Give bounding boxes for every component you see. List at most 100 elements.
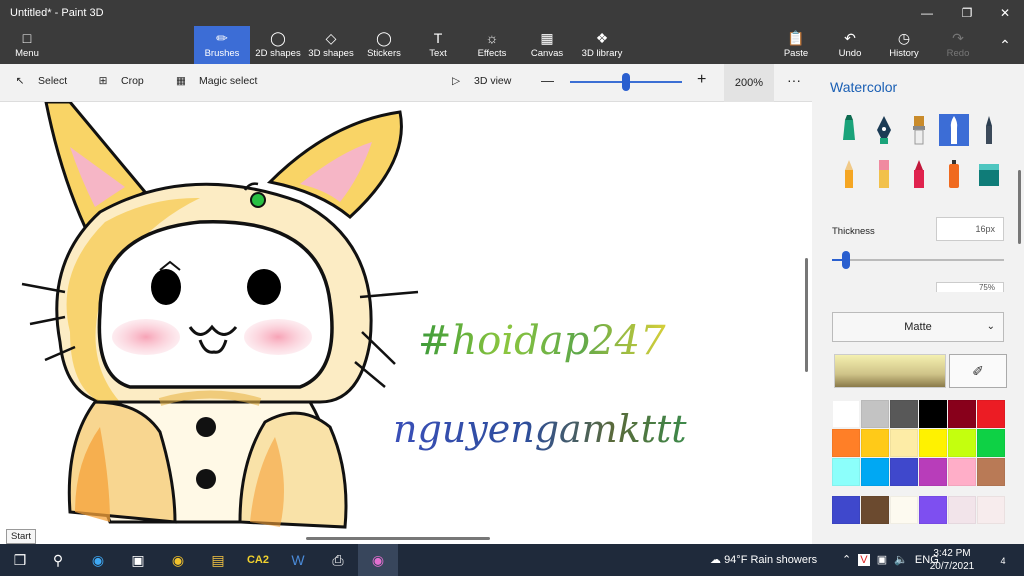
crayon-icon[interactable]: [904, 158, 934, 190]
thickness-input[interactable]: 16px: [936, 217, 1004, 241]
select-label: Select: [38, 75, 68, 87]
color-swatch[interactable]: [861, 400, 889, 428]
tab-stickers[interactable]: ◯ Stickers: [356, 26, 412, 64]
color-swatch[interactable]: [890, 400, 918, 428]
finish-dropdown[interactable]: Matte ⌄: [832, 312, 1004, 342]
zoom-out-button[interactable]: —: [541, 73, 554, 88]
store-icon[interactable]: ▣: [118, 544, 158, 576]
color-swatch[interactable]: [977, 400, 1005, 428]
brush-icon: ✏: [216, 30, 228, 46]
custom-color-swatch[interactable]: [890, 496, 918, 524]
custom-color-swatch[interactable]: [977, 496, 1005, 524]
custom-color-swatch[interactable]: [919, 496, 947, 524]
tab-label: Text: [429, 48, 447, 59]
paint-3d-icon[interactable]: ◉: [358, 544, 398, 576]
volume-icon[interactable]: 🔈: [894, 554, 908, 566]
eraser-icon[interactable]: [869, 158, 899, 190]
hashtag-text: #hoidap247: [418, 318, 666, 364]
color-swatch[interactable]: [919, 458, 947, 486]
color-swatch[interactable]: [977, 458, 1005, 486]
color-swatch[interactable]: [832, 458, 860, 486]
marker-icon[interactable]: [834, 114, 864, 146]
thickness-slider-thumb[interactable]: [842, 251, 850, 269]
canvas-horizontal-scrollbar[interactable]: [306, 537, 490, 540]
paste-button[interactable]: 📋 Paste: [768, 26, 824, 64]
tab-3d-shapes[interactable]: ◇ 3D shapes: [303, 26, 359, 64]
color-swatch[interactable]: [948, 400, 976, 428]
current-color-swatch[interactable]: [834, 354, 946, 388]
printer-icon[interactable]: ⎙: [318, 544, 358, 576]
custom-color-swatch[interactable]: [948, 496, 976, 524]
undo-button[interactable]: ↶ Undo: [822, 26, 878, 64]
more-options-button[interactable]: ···: [787, 72, 801, 88]
watercolor-icon[interactable]: [939, 114, 969, 146]
redo-button[interactable]: ↷ Redo: [930, 26, 986, 64]
tab-canvas[interactable]: ▦ Canvas: [519, 26, 575, 64]
color-swatch[interactable]: [832, 429, 860, 457]
color-swatch[interactable]: [861, 429, 889, 457]
magic-select-button[interactable]: ▦ Magic select: [173, 75, 257, 87]
color-swatch[interactable]: [832, 400, 860, 428]
tab-text[interactable]: T Text: [410, 26, 466, 64]
color-swatch[interactable]: [919, 400, 947, 428]
close-icon[interactable]: ✕: [986, 0, 1024, 26]
custom-color-palette: [832, 496, 1006, 526]
tab-effects[interactable]: ☼ Effects: [464, 26, 520, 64]
tab-2d-shapes[interactable]: ◯ 2D shapes: [250, 26, 306, 64]
edge-icon[interactable]: ◉: [78, 544, 118, 576]
custom-color-swatch[interactable]: [832, 496, 860, 524]
brush-panel: Watercolor Thickness 16px 75% Matte ⌄ ✐: [812, 64, 1024, 544]
ca2-app[interactable]: CA2: [238, 544, 278, 576]
3d-view-button[interactable]: ▷ 3D view: [448, 75, 511, 87]
chevron-up-icon[interactable]: ⌃: [842, 554, 851, 566]
select-button[interactable]: ↖ Select: [12, 75, 68, 87]
calligraphy-pen-icon[interactable]: [869, 114, 899, 146]
oil-brush-icon[interactable]: [904, 114, 934, 146]
thickness-slider-track[interactable]: [832, 259, 1004, 261]
crop-button[interactable]: ⊞ Crop: [95, 75, 144, 87]
custom-color-swatch[interactable]: [861, 496, 889, 524]
opacity-input[interactable]: 75%: [936, 282, 1004, 292]
word-icon[interactable]: W: [278, 544, 318, 576]
tab-brushes[interactable]: ✏ Brushes: [194, 26, 250, 64]
search-icon[interactable]: ⚲: [38, 544, 78, 576]
network-icon[interactable]: ▣: [877, 554, 887, 566]
zoom-in-button[interactable]: +: [697, 71, 706, 89]
fill-icon[interactable]: [974, 158, 1004, 190]
notifications-icon[interactable]: 4: [988, 544, 1018, 576]
clock-date: 20/7/2021: [929, 561, 975, 572]
thickness-label: Thickness: [832, 226, 875, 237]
pencil-icon[interactable]: [834, 158, 864, 190]
weather-widget[interactable]: ☁ 94°F Rain showers: [710, 544, 817, 576]
color-swatch[interactable]: [948, 429, 976, 457]
chrome-icon[interactable]: ◉: [158, 544, 198, 576]
3d-view-label: 3D view: [474, 75, 512, 87]
color-swatch[interactable]: [861, 458, 889, 486]
chevron-up-icon: ⌃: [999, 37, 1011, 53]
restore-icon[interactable]: ❐: [948, 0, 986, 26]
canvas-vertical-scrollbar[interactable]: [805, 258, 808, 372]
menu-button[interactable]: □ Menu: [2, 26, 52, 64]
spray-can-icon[interactable]: [939, 158, 969, 190]
clock[interactable]: 3:42 PM 20/7/2021: [926, 547, 978, 573]
color-swatch[interactable]: [890, 429, 918, 457]
color-swatch[interactable]: [977, 429, 1005, 457]
color-swatch[interactable]: [948, 458, 976, 486]
antivirus-icon[interactable]: V: [858, 554, 870, 566]
collapse-ribbon-button[interactable]: ⌃: [986, 26, 1024, 64]
undo-label: Undo: [838, 48, 862, 59]
minimize-icon[interactable]: —: [908, 0, 946, 26]
panel-scrollbar[interactable]: [1018, 170, 1021, 244]
color-swatch[interactable]: [919, 429, 947, 457]
windows-start-icon[interactable]: ❒: [0, 544, 40, 576]
eyedropper-icon[interactable]: ✐: [949, 354, 1007, 388]
pixel-pen-icon[interactable]: [974, 114, 1004, 146]
color-swatch[interactable]: [890, 458, 918, 486]
file-explorer-icon[interactable]: ▤: [198, 544, 238, 576]
zoom-slider-thumb[interactable]: [622, 73, 630, 91]
tab-3d-library[interactable]: ❖ 3D library: [574, 26, 630, 64]
zoom-value[interactable]: 200%: [724, 64, 774, 102]
right-eye: [247, 269, 281, 305]
drawing-canvas[interactable]: #hoidap247 nguyengamkttt: [0, 102, 812, 544]
history-button[interactable]: ◷ History: [876, 26, 932, 64]
